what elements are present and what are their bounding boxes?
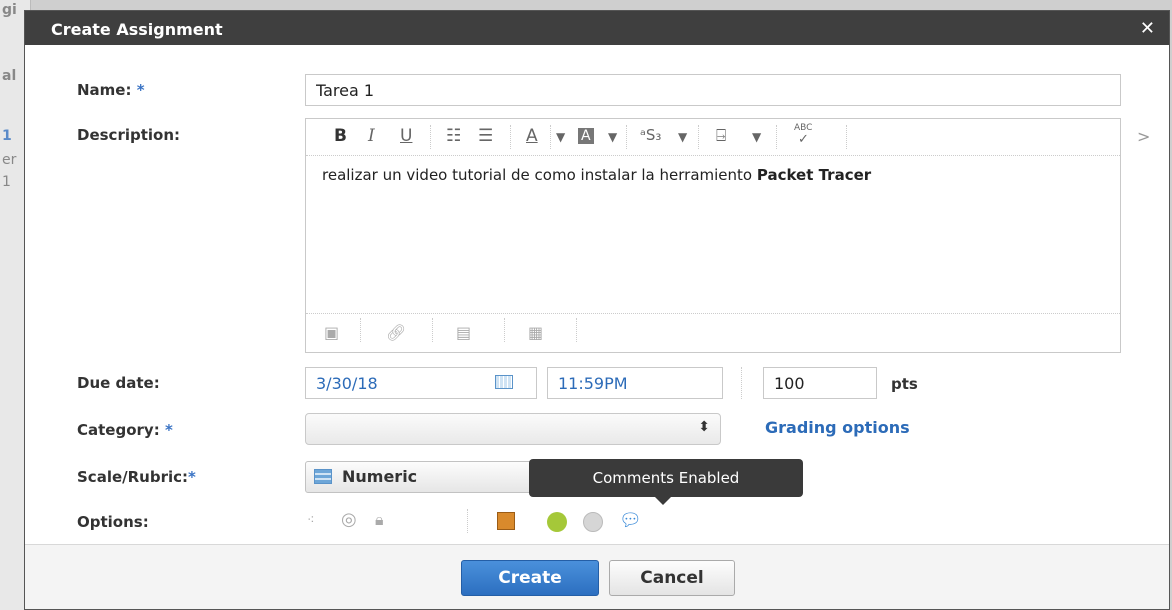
comment-bubble-icon[interactable]: 💬︎	[619, 510, 642, 531]
background-text: 1	[2, 128, 12, 144]
editor-bottom-toolbar: ▣ 🔗︎ ▤ ▦	[306, 313, 1120, 352]
link-icon[interactable]: 🔗︎	[386, 323, 406, 342]
description-editor[interactable]: B I U ☷ ☰ A ▼ A ▼ ᵃS₃ ▼ ⍈ ▼ ABC ✓ realiz…	[305, 118, 1121, 353]
toolbar-separator	[846, 125, 847, 149]
check-icon: ✓	[798, 132, 809, 147]
options-label: Options:	[77, 513, 149, 531]
chevron-down-icon[interactable]: ▼	[608, 130, 617, 144]
name-input[interactable]	[305, 74, 1121, 106]
media-icon[interactable]: ▦	[528, 323, 543, 342]
calendar-icon[interactable]	[495, 375, 513, 389]
italic-button[interactable]: I	[368, 126, 375, 146]
dropbox-icon[interactable]	[497, 512, 515, 530]
toolbar-separator	[360, 318, 361, 342]
background-text: 1	[2, 174, 11, 190]
create-button[interactable]: Create	[461, 560, 599, 596]
background-text: gi	[2, 2, 17, 18]
grading-options-link[interactable]: Grading options	[765, 418, 910, 437]
toolbar-separator	[510, 125, 511, 149]
superscript-strikethrough-button[interactable]: ᵃS₃	[640, 126, 661, 144]
background-text: al	[2, 68, 17, 84]
toolbar-separator	[504, 318, 505, 342]
due-time-input[interactable]	[547, 367, 723, 399]
description-label: Description:	[77, 126, 181, 144]
toolbar-separator	[698, 125, 699, 149]
editor-toolbar: B I U ☷ ☰ A ▼ A ▼ ᵃS₃ ▼ ⍈ ▼ ABC ✓	[306, 119, 1120, 156]
toolbar-separator	[626, 125, 627, 149]
toolbar-separator	[550, 125, 551, 149]
comments-tooltip: Comments Enabled	[529, 459, 803, 505]
scale-rubric-button[interactable]: Numeric	[305, 461, 541, 493]
bold-button[interactable]: B	[334, 126, 347, 146]
toolbar-separator	[432, 318, 433, 342]
group-icon[interactable]: ⁖	[307, 513, 315, 528]
toolbar-more-chevron-icon[interactable]: >	[1137, 127, 1150, 146]
target-icon[interactable]: ◎	[341, 509, 357, 530]
description-text[interactable]: realizar un video tutorial de como insta…	[322, 165, 1080, 185]
name-label: Name: *	[77, 81, 145, 99]
scale-value: Numeric	[342, 467, 418, 486]
dialog-footer: Create Cancel	[25, 544, 1169, 609]
select-arrows-icon: ⬍	[698, 419, 710, 435]
options-separator	[467, 509, 468, 533]
scale-label: Scale/Rubric:*	[77, 468, 196, 486]
toolbar-separator	[776, 125, 777, 149]
image-icon[interactable]: ▣	[324, 323, 339, 342]
chevron-down-icon[interactable]: ▼	[556, 130, 565, 144]
font-color-button[interactable]: A	[526, 126, 538, 146]
toolbar-separator	[430, 125, 431, 149]
background-text: er	[2, 152, 17, 168]
create-assignment-dialog: Create Assignment ✕ Name: * Description:…	[24, 10, 1170, 610]
category-select[interactable]: ⬍	[305, 413, 721, 445]
field-separator	[741, 367, 742, 399]
toolbar-separator	[576, 318, 577, 342]
due-date-label: Due date:	[77, 374, 160, 392]
lock-icon[interactable]: 🔒︎	[375, 510, 384, 530]
points-input[interactable]	[763, 367, 877, 399]
points-unit: pts	[891, 375, 918, 393]
close-icon[interactable]: ✕	[1140, 18, 1155, 39]
highlight-color-button[interactable]: A	[578, 128, 594, 144]
dialog-titlebar: Create Assignment ✕	[25, 11, 1169, 45]
visibility-pie-icon[interactable]	[583, 512, 603, 532]
green-status-icon[interactable]	[547, 512, 567, 532]
insert-icon[interactable]: ⍈	[716, 126, 726, 146]
underline-button[interactable]: U	[400, 126, 412, 146]
cancel-button[interactable]: Cancel	[609, 560, 735, 596]
table-icon	[314, 469, 332, 484]
chevron-down-icon[interactable]: ▼	[678, 130, 687, 144]
description-plain-text: realizar un video tutorial de como insta…	[322, 166, 757, 184]
dialog-title: Create Assignment	[51, 20, 223, 39]
file-icon[interactable]: ▤	[456, 323, 471, 342]
chevron-down-icon[interactable]: ▼	[752, 130, 761, 144]
description-bold-text: Packet Tracer	[756, 166, 872, 184]
numbered-list-icon[interactable]: ☰	[478, 126, 493, 146]
category-label: Category: *	[77, 421, 173, 439]
bullet-list-icon[interactable]: ☷	[446, 126, 461, 146]
